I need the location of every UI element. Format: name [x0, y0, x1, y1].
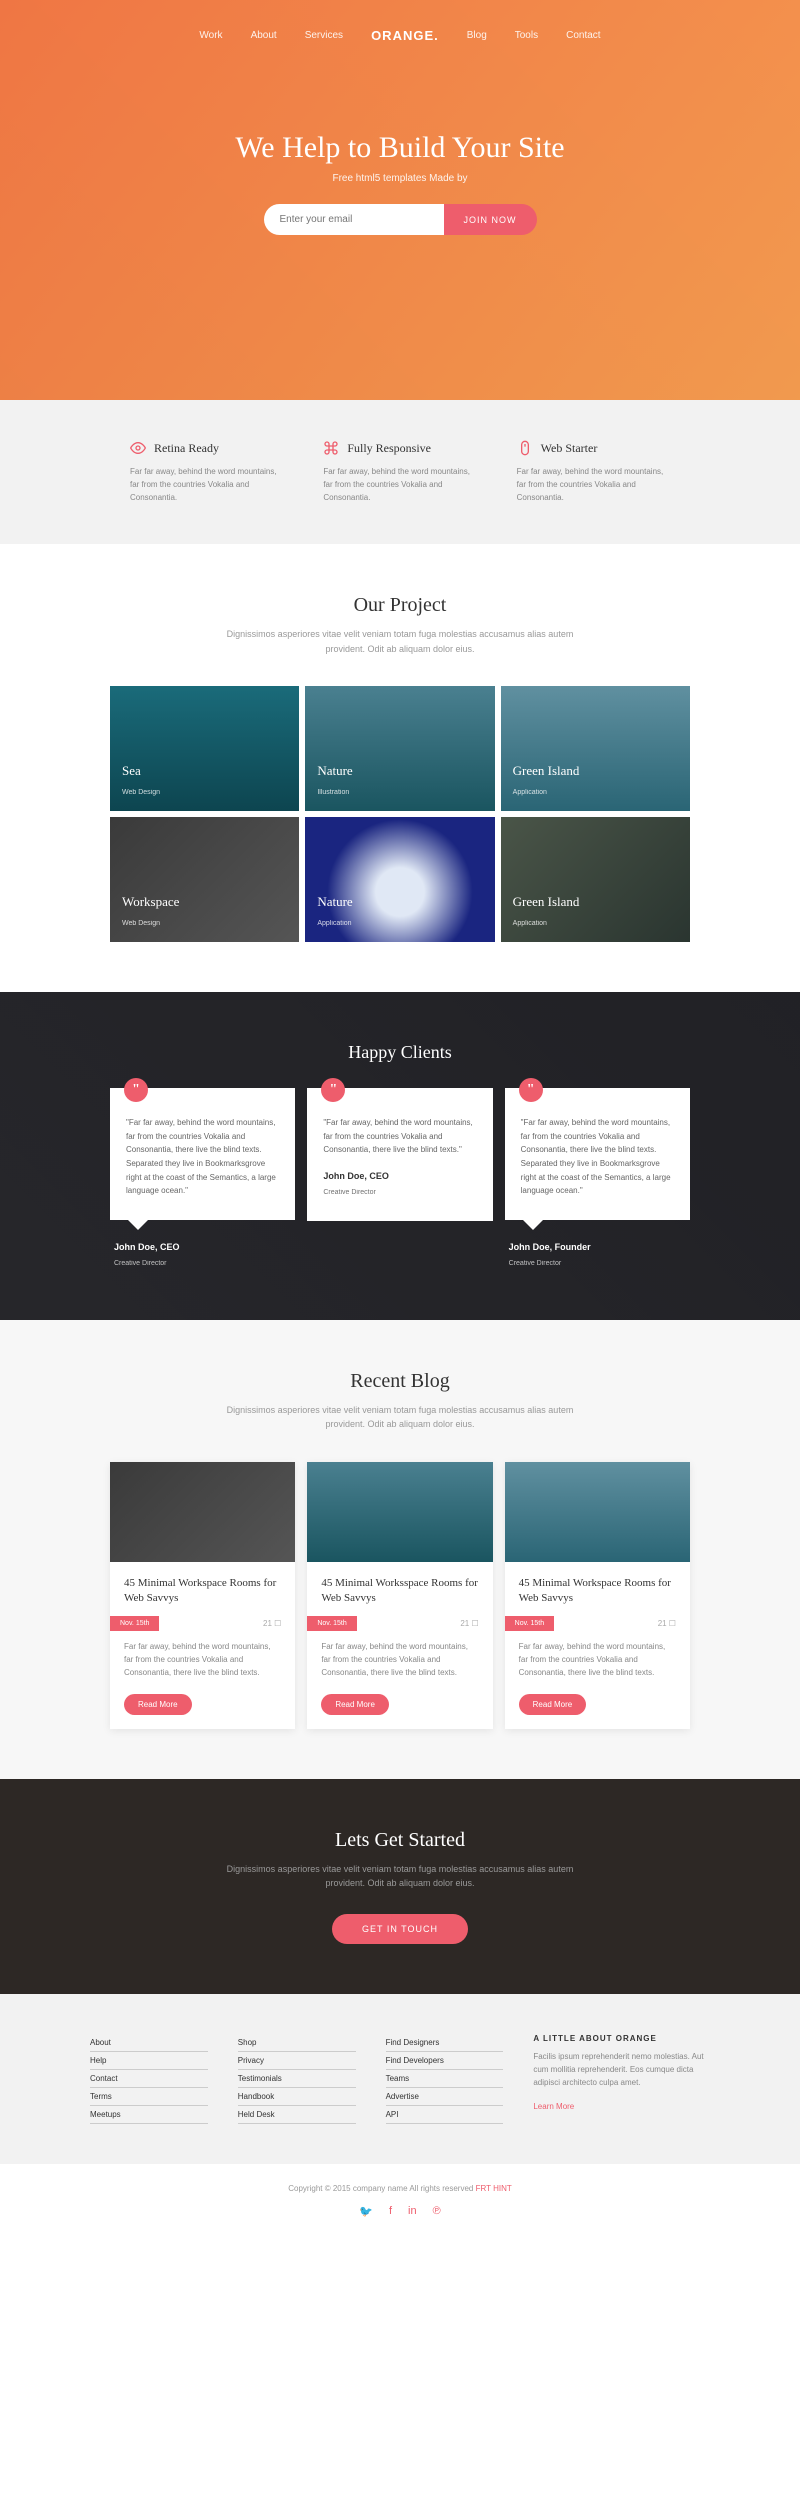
join-button[interactable]: JOIN NOW: [444, 204, 537, 235]
hero-section: Work About Services ORANGE. Blog Tools C…: [0, 0, 800, 400]
quote-icon: ": [321, 1078, 345, 1102]
blog-image[interactable]: [110, 1462, 295, 1562]
footer-link[interactable]: Help: [90, 2052, 208, 2070]
testimonial: ""Far far away, behind the word mountain…: [505, 1088, 690, 1270]
projects-subtitle: Dignissimos asperiores vitae velit venia…: [210, 627, 590, 656]
nav-about[interactable]: About: [251, 30, 277, 41]
testimonial: ""Far far away, behind the word mountain…: [110, 1088, 295, 1270]
footer-link[interactable]: Held Desk: [238, 2106, 356, 2124]
read-more-button[interactable]: Read More: [321, 1694, 389, 1715]
footer: AboutHelpContactTermsMeetupsShopPrivacyT…: [0, 1994, 800, 2164]
date-tag: Nov. 15th: [110, 1616, 159, 1631]
footer-link[interactable]: About: [90, 2034, 208, 2052]
feature-starter: Web Starter Far far away, behind the wor…: [517, 440, 670, 504]
footer-column: AboutHelpContactTermsMeetups: [90, 2034, 208, 2124]
comments-count[interactable]: 21 ☐: [658, 1619, 676, 1628]
project-card[interactable]: SeaWeb Design: [110, 686, 299, 811]
quote-icon: ": [519, 1078, 543, 1102]
clients-title: Happy Clients: [30, 1042, 770, 1063]
bottom-bar: Copyright © 2015 company name All rights…: [0, 2164, 800, 2238]
feature-responsive: Fully Responsive Far far away, behind th…: [323, 440, 476, 504]
copyright: Copyright © 2015 company name All rights…: [20, 2184, 780, 2193]
nav-blog[interactable]: Blog: [467, 30, 487, 41]
cta-title: Lets Get Started: [30, 1829, 770, 1852]
footer-about: A LITTLE ABOUT ORANGE Facilis ipsum repr…: [533, 2034, 710, 2124]
command-icon: [323, 440, 339, 456]
testimonial-author: John Doe, FounderCreative Director: [505, 1242, 690, 1270]
footer-link[interactable]: API: [386, 2106, 504, 2124]
hero-title: We Help to Build Your Site: [235, 131, 564, 165]
comments-count[interactable]: 21 ☐: [263, 1619, 281, 1628]
blog-card: 45 Minimal Worksspace Rooms for Web Savv…: [307, 1462, 492, 1729]
mouse-icon: [517, 440, 533, 456]
nav-work[interactable]: Work: [199, 30, 222, 41]
footer-link[interactable]: Handbook: [238, 2088, 356, 2106]
nav-tools[interactable]: Tools: [515, 30, 538, 41]
facebook-icon[interactable]: f: [389, 2205, 392, 2218]
blog-image[interactable]: [307, 1462, 492, 1562]
footer-link[interactable]: Advertise: [386, 2088, 504, 2106]
clients-section: Happy Clients ""Far far away, behind the…: [0, 992, 800, 1320]
footer-column: Find DesignersFind DevelopersTeamsAdvert…: [386, 2034, 504, 2124]
linkedin-icon[interactable]: in: [408, 2205, 417, 2218]
quote-icon: ": [124, 1078, 148, 1102]
footer-link[interactable]: Contact: [90, 2070, 208, 2088]
email-input[interactable]: [264, 204, 444, 235]
cta-subtitle: Dignissimos asperiores vitae velit venia…: [210, 1862, 590, 1891]
feature-retina: Retina Ready Far far away, behind the wo…: [130, 440, 283, 504]
footer-link[interactable]: Meetups: [90, 2106, 208, 2124]
brand-link[interactable]: FRT HINT: [476, 2184, 512, 2193]
read-more-button[interactable]: Read More: [519, 1694, 587, 1715]
features-section: Retina Ready Far far away, behind the wo…: [0, 400, 800, 544]
blog-post-title[interactable]: 45 Minimal Workspace Rooms for Web Savvy…: [124, 1576, 281, 1607]
footer-link[interactable]: Privacy: [238, 2052, 356, 2070]
eye-icon: [130, 440, 146, 456]
comments-count[interactable]: 21 ☐: [460, 1619, 478, 1628]
main-nav: Work About Services ORANGE. Blog Tools C…: [199, 0, 600, 71]
email-form: JOIN NOW: [235, 204, 564, 235]
footer-link[interactable]: Find Designers: [386, 2034, 504, 2052]
pinterest-icon[interactable]: ℗: [433, 2205, 441, 2218]
blog-image[interactable]: [505, 1462, 690, 1562]
projects-section: Our Project Dignissimos asperiores vitae…: [0, 544, 800, 992]
project-card[interactable]: NatureApplication: [305, 817, 494, 942]
learn-more-link[interactable]: Learn More: [533, 2102, 574, 2111]
projects-title: Our Project: [30, 594, 770, 617]
nav-services[interactable]: Services: [305, 30, 343, 41]
testimonial-author: John Doe, CEOCreative Director: [323, 1171, 476, 1199]
read-more-button[interactable]: Read More: [124, 1694, 192, 1715]
blog-card: 45 Minimal Workspace Rooms for Web Savvy…: [110, 1462, 295, 1729]
date-tag: Nov. 15th: [505, 1616, 554, 1631]
footer-link[interactable]: Terms: [90, 2088, 208, 2106]
hero-subtitle: Free html5 templates Made by: [235, 173, 564, 184]
logo[interactable]: ORANGE.: [371, 28, 439, 43]
cta-button[interactable]: GET IN TOUCH: [332, 1914, 468, 1944]
footer-link[interactable]: Find Developers: [386, 2052, 504, 2070]
testimonial-author: John Doe, CEOCreative Director: [110, 1242, 295, 1270]
blog-subtitle: Dignissimos asperiores vitae velit venia…: [210, 1403, 590, 1432]
project-card[interactable]: Green IslandApplication: [501, 817, 690, 942]
testimonial: ""Far far away, behind the word mountain…: [307, 1088, 492, 1270]
project-card[interactable]: Green IslandApplication: [501, 686, 690, 811]
project-card[interactable]: NatureIllustration: [305, 686, 494, 811]
blog-section: Recent Blog Dignissimos asperiores vitae…: [0, 1320, 800, 1779]
blog-post-title[interactable]: 45 Minimal Workspace Rooms for Web Savvy…: [519, 1576, 676, 1607]
project-card[interactable]: WorkspaceWeb Design: [110, 817, 299, 942]
blog-card: 45 Minimal Workspace Rooms for Web Savvy…: [505, 1462, 690, 1729]
footer-link[interactable]: Testimonials: [238, 2070, 356, 2088]
nav-contact[interactable]: Contact: [566, 30, 600, 41]
footer-link[interactable]: Shop: [238, 2034, 356, 2052]
twitter-icon[interactable]: 🐦: [359, 2205, 373, 2218]
date-tag: Nov. 15th: [307, 1616, 356, 1631]
footer-column: ShopPrivacyTestimonialsHandbookHeld Desk: [238, 2034, 356, 2124]
cta-section: Lets Get Started Dignissimos asperiores …: [0, 1779, 800, 1995]
blog-title: Recent Blog: [30, 1370, 770, 1393]
blog-post-title[interactable]: 45 Minimal Worksspace Rooms for Web Savv…: [321, 1576, 478, 1607]
footer-link[interactable]: Teams: [386, 2070, 504, 2088]
